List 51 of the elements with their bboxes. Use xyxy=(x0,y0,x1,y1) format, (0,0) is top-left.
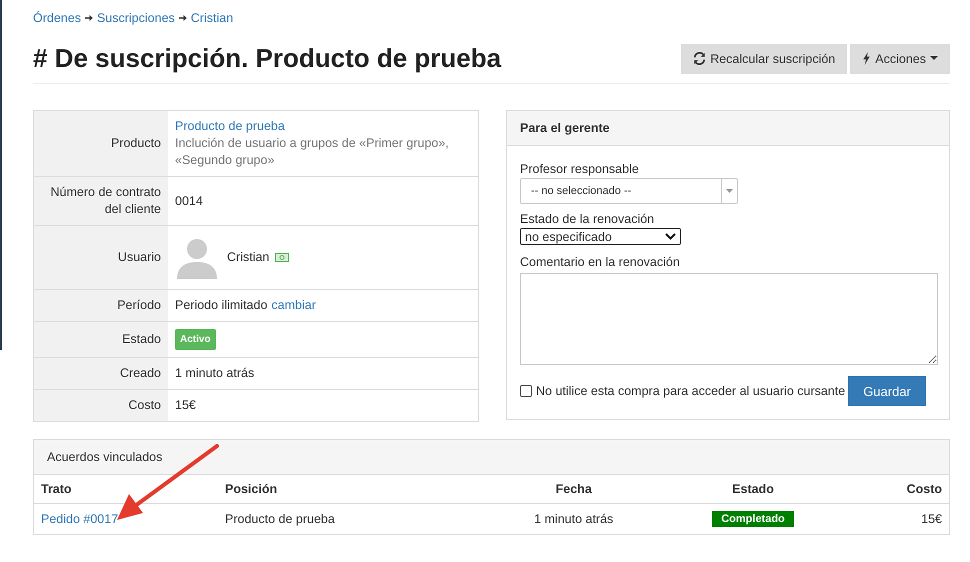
actions-button[interactable]: Acciones xyxy=(850,44,950,74)
field-value: 15€ xyxy=(175,398,196,412)
column-header: Fecha xyxy=(476,475,671,504)
column-header: Posición xyxy=(218,475,476,504)
panel-title: Acuerdos vinculados xyxy=(47,450,162,464)
renewal-status-select[interactable]: no especificado xyxy=(520,228,681,245)
arrow-icon xyxy=(178,14,187,22)
field-value: 1 minuto atrás xyxy=(175,366,254,380)
column-header: Estado xyxy=(671,475,835,504)
table-cell: 1 minuto atrás xyxy=(534,512,614,526)
breadcrumb-link[interactable]: Órdenes xyxy=(33,11,81,25)
caret-icon xyxy=(726,188,733,194)
status-badge: Completado xyxy=(712,511,794,527)
user-name: Cristian xyxy=(227,249,270,266)
refresh-icon xyxy=(693,52,706,65)
page-title: # De suscripción. Producto de prueba xyxy=(33,43,502,74)
field-value: Periodo ilimitado xyxy=(175,297,268,314)
field-label: Creado xyxy=(34,358,168,390)
teacher-select[interactable]: -- no seleccionado -- xyxy=(520,178,738,204)
caret-icon xyxy=(930,56,938,61)
product-description: Inclución de usuario a grupos de «Primer grupo», «Segundo grupo» xyxy=(175,135,450,169)
status-badge: Activo xyxy=(175,329,216,350)
comment-field[interactable] xyxy=(520,273,938,365)
field-label: Costo xyxy=(34,390,168,422)
product-link[interactable]: Producto de prueba xyxy=(175,118,471,135)
field-label: Estado de la renovación xyxy=(520,212,654,226)
change-link[interactable]: cambiar xyxy=(271,297,316,314)
avatar-icon xyxy=(175,236,219,279)
field-label: Período xyxy=(34,290,168,322)
field-value: 0014 xyxy=(175,194,203,208)
checkbox[interactable] xyxy=(520,385,532,397)
recalculate-button[interactable]: Recalcular suscripción xyxy=(681,44,848,74)
field-label: Número de contrato del cliente xyxy=(34,176,168,226)
field-label: Comentario en la renovación xyxy=(520,255,680,269)
column-header: Costo xyxy=(835,475,949,504)
breadcrumb-link[interactable]: Cristian xyxy=(190,11,234,25)
banknote-icon xyxy=(275,253,290,262)
breadcrumb-link[interactable]: Suscripciones xyxy=(96,11,175,25)
lightning-icon xyxy=(862,52,872,65)
table-cell: 15€ xyxy=(921,512,942,526)
field-label: Usuario xyxy=(34,226,168,290)
field-label: Profesor responsable xyxy=(520,162,639,176)
table-cell: Producto de prueba xyxy=(225,512,335,526)
chevron-icon xyxy=(665,233,676,240)
deal-link[interactable]: Pedido #0017 xyxy=(41,512,118,526)
checkbox-label: No utilice esta compra para acceder al usuario cursante xyxy=(536,384,846,398)
save-button[interactable]: Guardar xyxy=(848,376,926,406)
arrow-icon xyxy=(84,14,93,22)
panel-title: Para el gerente xyxy=(520,121,610,135)
field-label: Producto xyxy=(34,110,168,176)
field-label: Estado xyxy=(34,322,168,358)
